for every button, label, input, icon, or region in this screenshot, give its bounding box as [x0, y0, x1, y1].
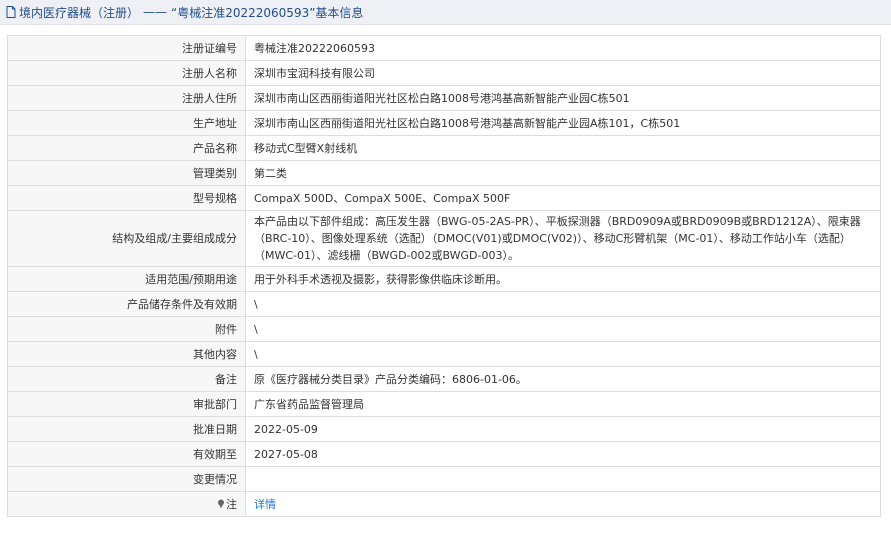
page-header: 境内医疗器械（注册） —— “粤械注准20222060593”基本信息 [0, 0, 891, 25]
header-prefix: 境内医疗器械（注册） [19, 5, 140, 20]
row-label: 审批部门 [7, 391, 246, 417]
document-icon [6, 6, 16, 18]
row-label: 结构及组成/主要组成成分 [7, 210, 246, 267]
row-value: 深圳市南山区西丽街道阳光社区松白路1008号港鸿基高新智能产业园A栋101，C栋… [245, 110, 881, 136]
row-value: 2022-05-09 [245, 416, 881, 442]
row-value: 第二类 [245, 160, 881, 186]
table-row: 型号规格 CompaX 500D、CompaX 500E、CompaX 500F [7, 185, 881, 211]
table-row: 变更情况 [7, 466, 881, 492]
row-value: 广东省药品监督管理局 [245, 391, 881, 417]
row-label: 产品储存条件及有效期 [7, 291, 246, 317]
row-value: 粤械注准20222060593 [245, 35, 881, 61]
row-label: 批准日期 [7, 416, 246, 442]
table-row: 注册人名称 深圳市宝润科技有限公司 [7, 60, 881, 86]
row-label: 其他内容 [7, 341, 246, 367]
row-label: 变更情况 [7, 466, 246, 492]
row-label: 生产地址 [7, 110, 246, 136]
table-row: 审批部门 广东省药品监督管理局 [7, 391, 881, 417]
table-row: 注册证编号 粤械注准20222060593 [7, 35, 881, 61]
table-row: 生产地址 深圳市南山区西丽街道阳光社区松白路1008号港鸿基高新智能产业园A栋1… [7, 110, 881, 136]
table-row: 有效期至 2027-05-08 [7, 441, 881, 467]
note-label-cell: 注 [7, 491, 246, 517]
row-value: CompaX 500D、CompaX 500E、CompaX 500F [245, 185, 881, 211]
row-value: 深圳市南山区西丽街道阳光社区松白路1008号港鸿基高新智能产业园C栋501 [245, 85, 881, 111]
table-row: 管理类别 第二类 [7, 160, 881, 186]
row-value: \ [245, 291, 881, 317]
header-title: “粤械注准20222060593”基本信息 [171, 5, 364, 20]
row-label: 注册人住所 [7, 85, 246, 111]
table-row: 批准日期 2022-05-09 [7, 416, 881, 442]
row-label: 注册人名称 [7, 60, 246, 86]
row-label: 注册证编号 [7, 35, 246, 61]
row-value [245, 466, 881, 492]
table-row: 适用范围/预期用途 用于外科手术透视及摄影，获得影像供临床诊断用。 [7, 266, 881, 292]
table-row: 备注 原《医疗器械分类目录》产品分类编码：6806-01-06。 [7, 366, 881, 392]
row-label: 备注 [7, 366, 246, 392]
row-value: 原《医疗器械分类目录》产品分类编码：6806-01-06。 [245, 366, 881, 392]
table-row: 附件 \ [7, 316, 881, 342]
row-label: 附件 [7, 316, 246, 342]
table-row: 注册人住所 深圳市南山区西丽街道阳光社区松白路1008号港鸿基高新智能产业园C栋… [7, 85, 881, 111]
header-separator: —— [143, 5, 168, 19]
row-value: \ [245, 316, 881, 342]
row-label: 适用范围/预期用途 [7, 266, 246, 292]
row-label: 型号规格 [7, 185, 246, 211]
row-value: 深圳市宝润科技有限公司 [245, 60, 881, 86]
row-label: 产品名称 [7, 135, 246, 161]
table-row: 其他内容 \ [7, 341, 881, 367]
row-value: 2027-05-08 [245, 441, 881, 467]
table-row: 结构及组成/主要组成成分 本产品由以下部件组成：高压发生器（BWG-05-2AS… [7, 210, 881, 267]
info-table: 注册证编号 粤械注准20222060593 注册人名称 深圳市宝润科技有限公司 … [7, 35, 881, 517]
row-value: 本产品由以下部件组成：高压发生器（BWG-05-2AS-PR）、平板探测器（BR… [245, 210, 881, 267]
pin-icon [218, 499, 224, 508]
row-value: 移动式C型臂X射线机 [245, 135, 881, 161]
row-label: 有效期至 [7, 441, 246, 467]
note-label: 注 [226, 497, 237, 511]
table-row: 产品储存条件及有效期 \ [7, 291, 881, 317]
table-row-note: 注 详情 [7, 491, 881, 517]
note-value-cell: 详情 [245, 491, 881, 517]
row-value: \ [245, 341, 881, 367]
row-label: 管理类别 [7, 160, 246, 186]
table-row: 产品名称 移动式C型臂X射线机 [7, 135, 881, 161]
row-value: 用于外科手术透视及摄影，获得影像供临床诊断用。 [245, 266, 881, 292]
details-link[interactable]: 详情 [254, 498, 276, 511]
info-table-container: 注册证编号 粤械注准20222060593 注册人名称 深圳市宝润科技有限公司 … [7, 35, 881, 517]
